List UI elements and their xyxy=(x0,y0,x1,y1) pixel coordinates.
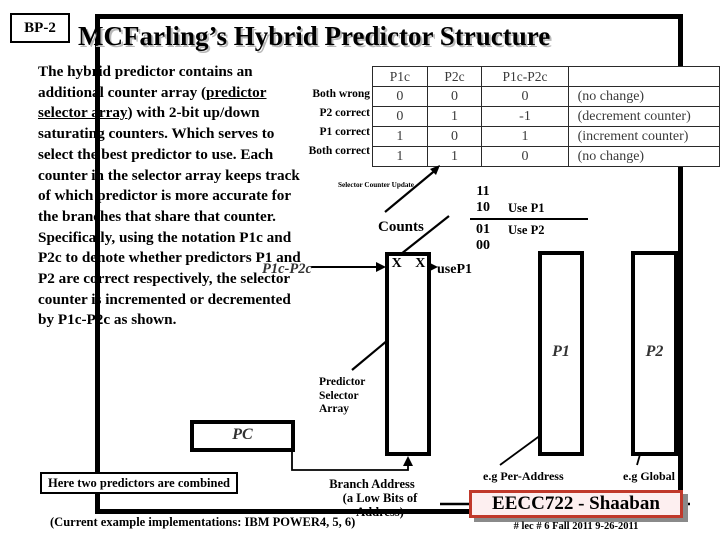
cell-diff: -1 xyxy=(481,106,569,127)
course-badge: EECC722 - Shaaban xyxy=(469,490,683,518)
state-bits-10: 10 xyxy=(476,200,490,215)
row-label-p2-correct: P2 correct xyxy=(319,107,370,119)
counts-label: Counts xyxy=(378,219,424,235)
row-label-p1-correct: P1 correct xyxy=(319,126,370,138)
slide-canvas: BP-2 MCFarling’s Hybrid Predictor Struct… xyxy=(0,0,720,540)
col-header-action xyxy=(567,66,720,87)
predictor-selector-array-box xyxy=(385,252,431,456)
table-row: 1 1 0 (no change) xyxy=(372,146,720,167)
state-row-10: 10 Use P1 xyxy=(470,200,588,216)
cell-diff: 0 xyxy=(481,146,569,167)
cell-diff: 0 xyxy=(481,86,569,107)
col-header-p2c: P2c xyxy=(426,66,483,87)
cell-p2c: 1 xyxy=(426,146,483,167)
state-row-11: 11 xyxy=(470,184,588,200)
state-bits-00: 00 xyxy=(476,238,490,253)
truth-table-row-labels: Both wrong P2 correct P1 correct Both co… xyxy=(300,85,370,161)
row-label-both-wrong: Both wrong xyxy=(312,88,370,100)
cell-p1c: 1 xyxy=(372,126,428,147)
callout-eg-global: e.g Global xyxy=(623,469,676,483)
label-p1c-minus-p2c: P1c-P2c xyxy=(262,261,312,277)
predictor-p1-box: P1 xyxy=(538,251,584,456)
implementation-footnote: (Current example implementations: IBM PO… xyxy=(50,515,356,529)
branch-address-line1: Branch Address xyxy=(329,477,415,491)
selector-counter-update-label: Selector Counter Update xyxy=(338,181,414,189)
predictor-selector-array-cells: X X xyxy=(391,256,431,271)
col-header-p1c-p2c: P1c-P2c xyxy=(481,66,569,87)
cell-action: (no change) xyxy=(567,146,720,167)
state-row-01: 01 Use P2 xyxy=(470,222,588,238)
table-header-row: P1c P2c P1c-P2c xyxy=(372,66,720,87)
state-bits-11: 11 xyxy=(476,184,490,199)
body-paragraph: The hybrid predictor contains an additio… xyxy=(38,62,310,331)
cell-action: (decrement counter) xyxy=(567,106,720,127)
row-label-both-correct: Both correct xyxy=(308,145,370,157)
cell-p2c: 1 xyxy=(426,106,483,127)
cell-diff: 1 xyxy=(481,126,569,147)
predictor-selector-array-label: Predictor Selector Array xyxy=(319,376,366,415)
body-text-part2: ) with 2-bit up/down saturating counters… xyxy=(38,104,301,329)
col-header-p1c: P1c xyxy=(372,66,428,87)
course-badge-subtitle: # lec # 6 Fall 2011 9-26-2011 xyxy=(513,521,639,532)
cell-p1c: 0 xyxy=(372,106,428,127)
page-title: MCFarling’s Hybrid Predictor Structure xyxy=(78,21,551,51)
state-use-10: Use P1 xyxy=(508,200,545,215)
table-row: 0 1 -1 (decrement counter) xyxy=(372,106,720,127)
cell-action: (increment counter) xyxy=(567,126,720,147)
program-counter-box: PC xyxy=(190,420,295,452)
table-row: 1 0 1 (increment counter) xyxy=(372,126,720,147)
cell-p2c: 0 xyxy=(426,86,483,107)
slide-tag-bp2: BP-2 xyxy=(10,13,70,43)
state-divider xyxy=(470,218,588,220)
predictor-p2-label: P2 xyxy=(645,342,664,360)
branch-address-caption: Branch Address (a Low Bits of Address) xyxy=(302,477,442,519)
callout-eg-per-address: e.g Per-Address xyxy=(483,469,564,483)
state-bits-01: 01 xyxy=(476,222,490,237)
arrow-selector-update xyxy=(384,167,439,213)
selector-update-truth-table: P1c P2c P1c-P2c 0 0 0 (no change) 0 1 -1… xyxy=(372,66,720,167)
predictor-p1-label: P1 xyxy=(552,342,570,360)
selector-state-table: 11 10 Use P1 01 Use P2 00 xyxy=(470,184,588,254)
cell-p1c: 1 xyxy=(372,146,428,167)
combine-note-box: Here two predictors are combined xyxy=(40,472,238,494)
table-row: 0 0 0 (no change) xyxy=(372,86,720,107)
arrowhead-branch-address xyxy=(403,456,413,466)
state-use-01: Use P2 xyxy=(508,222,545,237)
label-use-p1-signal: useP1 xyxy=(437,262,472,277)
slide-frame-top xyxy=(95,14,683,19)
program-counter-label: PC xyxy=(232,426,253,443)
cell-p1c: 0 xyxy=(372,86,428,107)
cell-p2c: 0 xyxy=(426,126,483,147)
cell-action: (no change) xyxy=(567,86,720,107)
predictor-p2-box: P2 xyxy=(631,251,678,456)
